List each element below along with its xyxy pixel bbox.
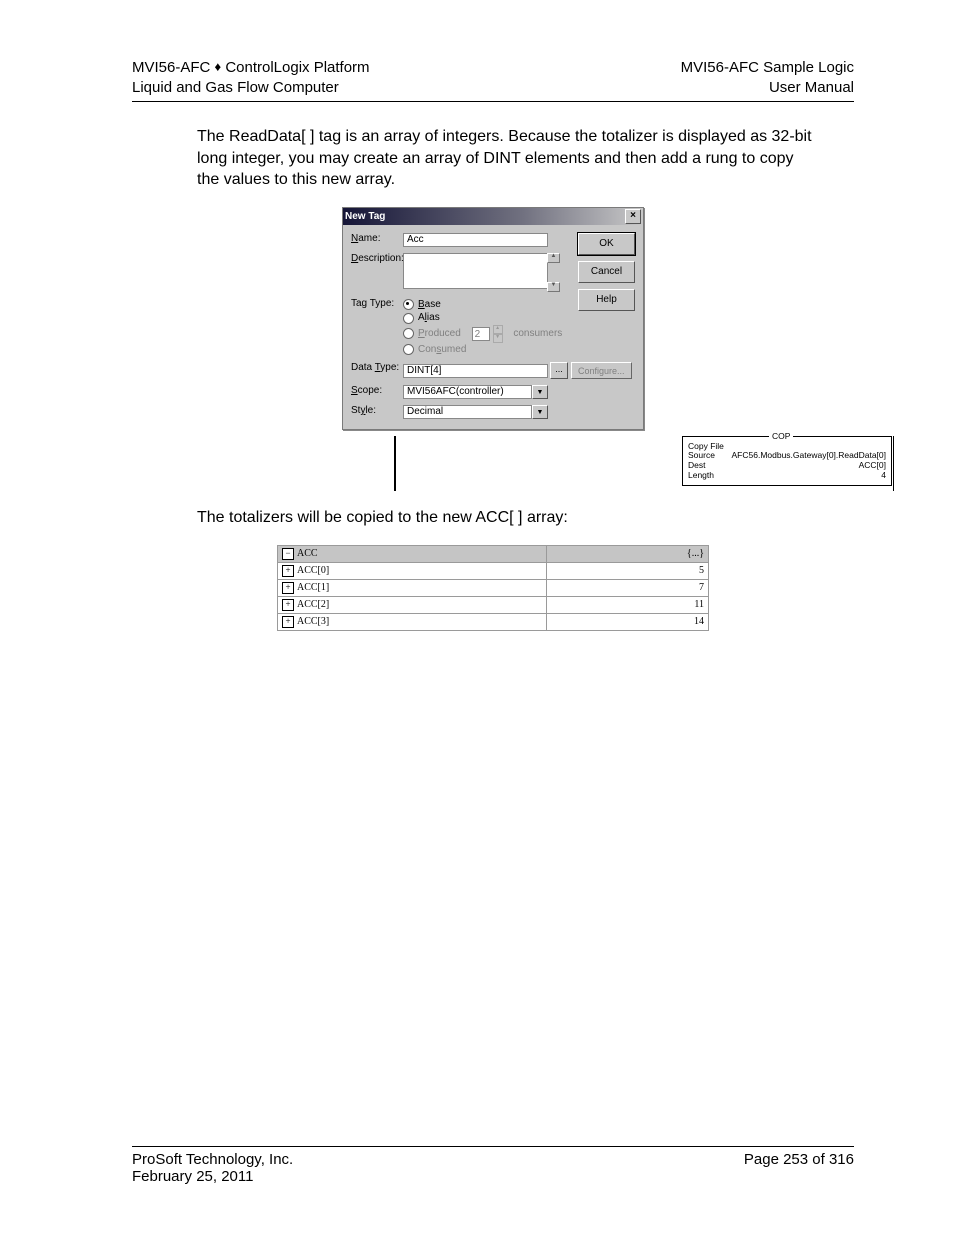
acc-array-table: −ACC {...} +ACC[0]5 +ACC[1]7 +ACC[2]11 +… bbox=[277, 545, 709, 631]
scope-select[interactable]: MVI56AFC(controller) bbox=[403, 385, 532, 399]
cop-length-label: Length bbox=[688, 471, 714, 481]
expand-icon[interactable]: + bbox=[282, 582, 294, 594]
cop-length-value: 4 bbox=[881, 471, 886, 481]
tag-name: ACC[2] bbox=[297, 599, 329, 610]
expand-icon[interactable]: + bbox=[282, 616, 294, 628]
radio-produced[interactable] bbox=[403, 328, 414, 339]
radio-base[interactable] bbox=[403, 299, 414, 310]
dialog-title: New Tag bbox=[345, 211, 385, 222]
hdr-right-doc: MVI56-AFC Sample Logic bbox=[681, 58, 854, 78]
label-description: escription: bbox=[358, 253, 404, 264]
cop-legend: COP bbox=[769, 431, 793, 441]
dialog-titlebar: New Tag × bbox=[343, 208, 643, 225]
paragraph-2: The totalizers will be copied to the new… bbox=[197, 507, 817, 529]
radio-alias[interactable] bbox=[403, 313, 414, 324]
spin-down-icon[interactable]: ▼ bbox=[493, 334, 503, 343]
scroll-up-icon[interactable]: ▲ bbox=[547, 253, 560, 263]
hdr-left-subtitle: Liquid and Gas Flow Computer bbox=[132, 78, 370, 98]
footer-date: February 25, 2011 bbox=[132, 1168, 293, 1185]
tag-root-value: {...} bbox=[547, 545, 709, 562]
radio-consumed[interactable] bbox=[403, 344, 414, 355]
ok-button[interactable]: OK bbox=[578, 233, 635, 255]
expand-icon[interactable]: + bbox=[282, 565, 294, 577]
footer-page: Page 253 of 316 bbox=[744, 1151, 854, 1185]
header-rule bbox=[132, 101, 854, 102]
hdr-right-kind: User Manual bbox=[681, 78, 854, 98]
paragraph-1: The ReadData[ ] tag is an array of integ… bbox=[197, 126, 817, 191]
expand-icon[interactable]: + bbox=[282, 599, 294, 611]
footer-company: ProSoft Technology, Inc. bbox=[132, 1151, 293, 1168]
consumers-suffix: consumers bbox=[513, 327, 562, 341]
help-button[interactable]: Help bbox=[578, 289, 635, 311]
datatype-input[interactable]: DINT[4] bbox=[403, 364, 548, 378]
tag-value: 7 bbox=[547, 579, 709, 596]
ladder-rung: COP Copy File SourceAFC56.Modbus.Gateway… bbox=[394, 436, 894, 491]
tag-name: ACC[0] bbox=[297, 565, 329, 576]
browse-type-button[interactable]: ... bbox=[550, 362, 568, 379]
page-header: MVI56-AFC ♦ ControlLogix Platform Liquid… bbox=[132, 58, 854, 97]
configure-button[interactable]: Configure... bbox=[571, 362, 632, 379]
cop-instruction: COP Copy File SourceAFC56.Modbus.Gateway… bbox=[682, 436, 892, 485]
chevron-down-icon[interactable]: ▼ bbox=[532, 405, 548, 419]
description-input[interactable] bbox=[403, 253, 548, 289]
page-footer: ProSoft Technology, Inc. February 25, 20… bbox=[132, 1146, 854, 1185]
tag-value: 11 bbox=[547, 596, 709, 613]
collapse-icon[interactable]: − bbox=[282, 548, 294, 560]
hdr-left-product: MVI56-AFC bbox=[132, 59, 215, 76]
spin-up-icon[interactable]: ▲ bbox=[493, 325, 503, 334]
scroll-down-icon[interactable]: ▼ bbox=[547, 282, 560, 292]
consumers-count[interactable]: 2 bbox=[472, 327, 490, 341]
tag-value: 5 bbox=[547, 562, 709, 579]
label-name: ame: bbox=[358, 233, 380, 244]
style-select[interactable]: Decimal bbox=[403, 405, 532, 419]
name-input[interactable]: Acc bbox=[403, 233, 548, 247]
label-tagtype: Tag Type: bbox=[351, 298, 403, 309]
tag-root: ACC bbox=[297, 548, 318, 559]
close-icon[interactable]: × bbox=[625, 209, 641, 224]
tag-value: 14 bbox=[547, 613, 709, 630]
cancel-button[interactable]: Cancel bbox=[578, 261, 635, 283]
chevron-down-icon[interactable]: ▼ bbox=[532, 385, 548, 399]
hdr-left-platform: ControlLogix Platform bbox=[221, 59, 369, 76]
tag-name: ACC[3] bbox=[297, 616, 329, 627]
new-tag-dialog: New Tag × OK Cancel Help Name: Acc Descr… bbox=[342, 207, 644, 431]
tag-name: ACC[1] bbox=[297, 582, 329, 593]
footer-rule bbox=[132, 1146, 854, 1147]
